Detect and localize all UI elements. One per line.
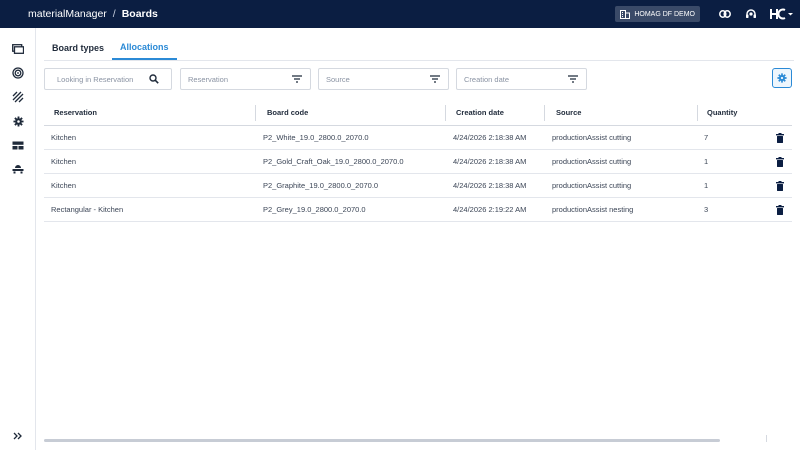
sidebar — [0, 28, 36, 450]
column-header-quantity[interactable]: Quantity — [707, 100, 737, 126]
column-settings-button[interactable] — [772, 68, 792, 88]
creation-date-filter-placeholder: Creation date — [464, 74, 510, 84]
column-divider[interactable] — [255, 105, 256, 121]
cell-creation-date: 4/24/2026 2:18:38 AM — [453, 157, 527, 166]
column-divider[interactable] — [544, 105, 545, 121]
filter-icon[interactable] — [292, 75, 302, 83]
boards-icon — [12, 44, 24, 54]
column-divider[interactable] — [697, 105, 698, 121]
cell-creation-date: 4/24/2026 2:18:38 AM — [453, 181, 527, 190]
cell-source: productionAssist cutting — [552, 181, 632, 190]
cell-creation-date: 4/24/2026 2:19:22 AM — [453, 205, 527, 214]
link-button[interactable] — [712, 0, 738, 28]
cell-reservation: Kitchen — [51, 157, 77, 166]
filter-icon[interactable] — [430, 75, 440, 83]
sidebar-item-boards[interactable] — [0, 37, 36, 61]
gear-icon — [12, 115, 24, 127]
table-header: Reservation Board code Creation date Sou… — [44, 100, 792, 126]
sidebar-item-edgebands[interactable] — [0, 61, 36, 85]
user-menu[interactable] — [764, 0, 800, 28]
hatch-icon — [12, 91, 24, 103]
allocations-table: Reservation Board code Creation date Sou… — [44, 100, 792, 222]
cell-creation-date: 4/24/2026 2:18:38 AM — [453, 133, 527, 142]
gear-icon — [777, 73, 787, 83]
cell-quantity: 3 — [704, 205, 709, 214]
edgeband-icon — [12, 67, 24, 79]
column-header-board-code[interactable]: Board code — [267, 100, 308, 126]
cell-board-code: P2_Graphite_19.0_2800.0_2070.0 — [263, 181, 379, 190]
filter-icon[interactable] — [568, 75, 578, 83]
machine-icon — [12, 165, 24, 174]
search-placeholder: Looking in Reservation — [57, 74, 134, 84]
cell-reservation: Rectangular - Kitchen — [51, 205, 124, 214]
column-header-source[interactable]: Source — [556, 100, 581, 126]
table-row[interactable]: Rectangular - Kitchen P2_Grey_19.0_2800.… — [44, 198, 792, 222]
link-icon — [719, 10, 731, 18]
breadcrumb: materialManager / Boards — [0, 8, 158, 20]
source-filter[interactable]: Source — [318, 68, 449, 90]
trash-icon[interactable] — [775, 157, 785, 167]
cell-quantity: 1 — [704, 157, 709, 166]
cell-quantity: 1 — [704, 181, 709, 190]
cell-source: productionAssist cutting — [552, 157, 632, 166]
cell-source: productionAssist cutting — [552, 133, 632, 142]
storage-icon — [12, 141, 24, 149]
reservation-filter-placeholder: Reservation — [188, 74, 229, 84]
column-divider[interactable] — [445, 105, 446, 121]
cell-reservation: Kitchen — [51, 181, 77, 190]
breadcrumb-current: Boards — [121, 8, 158, 20]
cell-quantity: 7 — [704, 133, 709, 142]
tenant-selector[interactable]: HOMAG DF DEMO — [615, 6, 700, 22]
cell-board-code: P2_Grey_19.0_2800.0_2070.0 — [263, 205, 366, 214]
search-icon[interactable] — [149, 74, 159, 84]
sidebar-item-settings[interactable] — [0, 109, 36, 133]
breadcrumb-app[interactable]: materialManager — [28, 8, 107, 20]
headset-icon — [746, 9, 756, 18]
horizontal-scrollbar[interactable] — [44, 439, 720, 442]
column-header-reservation[interactable]: Reservation — [54, 100, 97, 126]
cell-reservation: Kitchen — [51, 133, 77, 142]
filter-bar: Looking in Reservation Reservation Sourc… — [44, 68, 794, 90]
scrollbar-end-marker — [766, 435, 767, 442]
sidebar-item-machines[interactable] — [0, 157, 36, 181]
sidebar-expand-button[interactable] — [0, 428, 36, 444]
cell-source: productionAssist nesting — [552, 205, 634, 214]
support-button[interactable] — [738, 0, 764, 28]
reservation-filter[interactable]: Reservation — [180, 68, 311, 90]
sidebar-item-textures[interactable] — [0, 85, 36, 109]
breadcrumb-separator: / — [112, 8, 116, 20]
trash-icon[interactable] — [775, 181, 785, 191]
creation-date-filter[interactable]: Creation date — [456, 68, 587, 90]
table-row[interactable]: Kitchen P2_Graphite_19.0_2800.0_2070.0 4… — [44, 174, 792, 198]
cell-board-code: P2_Gold_Craft_Oak_19.0_2800.0_2070.0 — [263, 157, 404, 166]
column-header-creation-date[interactable]: Creation date — [456, 100, 504, 126]
tab-board-types[interactable]: Board types — [44, 43, 112, 60]
homag-logo-icon — [770, 8, 793, 20]
main-content: Board types Allocations Looking in Reser… — [44, 28, 794, 450]
cell-board-code: P2_White_19.0_2800.0_2070.0 — [263, 133, 369, 142]
tenant-label: HOMAG DF DEMO — [634, 10, 695, 18]
building-icon — [620, 9, 631, 19]
table-row[interactable]: Kitchen P2_Gold_Craft_Oak_19.0_2800.0_20… — [44, 150, 792, 174]
search-input[interactable]: Looking in Reservation — [44, 68, 172, 90]
tab-bar: Board types Allocations — [44, 28, 794, 61]
double-chevron-right-icon — [13, 432, 22, 440]
table-row[interactable]: Kitchen P2_White_19.0_2800.0_2070.0 4/24… — [44, 126, 792, 150]
sidebar-item-storage[interactable] — [0, 133, 36, 157]
trash-icon[interactable] — [775, 133, 785, 143]
top-bar: materialManager / Boards HOMAG DF DEMO — [0, 0, 800, 28]
source-filter-placeholder: Source — [326, 74, 350, 84]
trash-icon[interactable] — [775, 205, 785, 215]
tab-allocations[interactable]: Allocations — [112, 42, 177, 60]
